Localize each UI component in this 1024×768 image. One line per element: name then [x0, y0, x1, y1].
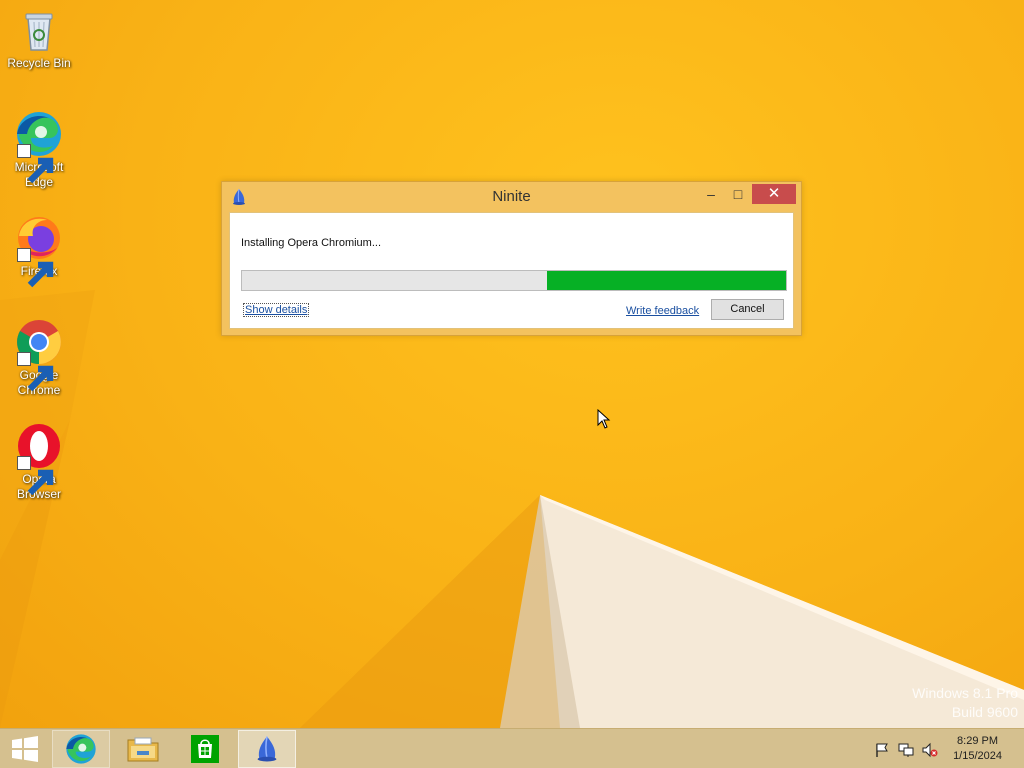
taskbar-clock[interactable]: 8:29 PM 1/15/2024	[953, 734, 1002, 764]
store-icon	[191, 735, 219, 763]
network-icon[interactable]	[898, 742, 914, 758]
window-title-bar[interactable]: Ninite – □ ✕	[222, 182, 801, 212]
mouse-cursor-icon	[597, 409, 611, 429]
recycle-bin-icon	[15, 6, 63, 54]
window-content: Installing Opera Chromium... Show detail…	[229, 212, 794, 329]
taskbar: 8:29 PM 1/15/2024	[0, 728, 1024, 768]
clock-time: 8:29 PM	[957, 735, 999, 747]
taskbar-app-edge[interactable]	[52, 730, 110, 768]
wallpaper-shapes	[0, 290, 1024, 728]
desktop-icon-firefox[interactable]: Firefox	[4, 214, 74, 288]
chrome-icon	[15, 318, 63, 392]
shortcut-arrow-icon	[17, 456, 54, 496]
desktop-icon-edge[interactable]: Microsoft Edge	[4, 110, 74, 190]
opera-icon	[15, 422, 63, 496]
cancel-button[interactable]: Cancel	[711, 299, 784, 320]
clock-date: 1/15/2024	[953, 750, 1002, 762]
volume-muted-icon[interactable]	[922, 742, 938, 758]
folder-icon	[127, 737, 159, 762]
flag-icon[interactable]	[874, 742, 890, 758]
ninite-icon	[257, 736, 277, 762]
desktop-icon-chrome[interactable]: Google Chrome	[4, 318, 74, 398]
shortcut-arrow-icon	[17, 248, 54, 288]
firefox-icon	[15, 214, 63, 288]
install-status-text: Installing Opera Chromium...	[241, 237, 381, 249]
taskbar-app-file-explorer[interactable]	[114, 730, 172, 768]
windows-logo-icon	[12, 736, 38, 762]
edge-icon	[15, 110, 63, 184]
desktop: Recycle Bin Microsoft Edge Firefox Googl…	[0, 0, 1024, 728]
desktop-icon-label: Recycle Bin	[7, 56, 71, 70]
desktop-icon-recycle-bin[interactable]: Recycle Bin	[4, 6, 74, 71]
watermark-edition: Windows 8.1 Pro	[912, 685, 1018, 701]
edge-icon	[66, 734, 96, 764]
windows-watermark: Windows 8.1 Pro Build 9600	[912, 684, 1018, 722]
minimize-button[interactable]: –	[702, 184, 720, 204]
ninite-window: Ninite – □ ✕ Installing Opera Chromium..…	[221, 181, 802, 336]
shortcut-arrow-icon	[17, 352, 54, 392]
shortcut-arrow-icon	[17, 144, 54, 184]
install-progress-bar	[241, 270, 787, 291]
start-button[interactable]	[0, 730, 50, 768]
maximize-button[interactable]: □	[728, 184, 748, 204]
progress-fill	[546, 271, 786, 290]
show-details-link[interactable]: Show details	[242, 303, 310, 317]
close-button[interactable]: ✕	[752, 184, 796, 204]
taskbar-app-ninite[interactable]	[238, 730, 296, 768]
desktop-icon-opera[interactable]: Opera Browser	[4, 422, 74, 502]
taskbar-app-store[interactable]	[176, 730, 234, 768]
write-feedback-link[interactable]: Write feedback	[626, 305, 699, 317]
watermark-build: Build 9600	[951, 704, 1018, 720]
